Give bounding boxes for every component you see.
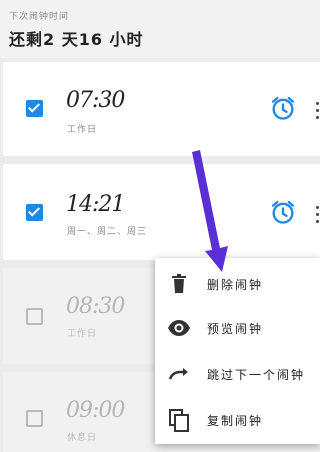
alarm-clock-icon[interactable] [269,198,297,226]
menu-item-label: 跳过下一个闹钟 [207,368,306,382]
alarm-repeat-days: 休息日 [67,433,98,443]
alarm-time: 08:30 [66,294,125,319]
alarm-context-menu: 删除闹钟 预览闹钟 跳过下一个闹钟 复制闹钟 [155,258,320,444]
eye-icon [168,320,190,336]
trash-icon [172,274,186,293]
alarm-repeat-days: 周一、周二、周三 [67,227,148,237]
alarm-repeat-days: 工作日 [67,125,98,135]
more-options-icon[interactable] [316,206,320,224]
redo-arrow-icon [168,368,188,380]
alarm-clock-icon[interactable] [269,94,297,122]
alarm-enable-checkbox[interactable] [26,100,43,117]
alarm-repeat-days: 工作日 [67,329,98,339]
copy-icon [169,409,189,432]
alarm-card-1[interactable]: 07:30 工作日 [3,62,320,156]
menu-item-label: 预览闹钟 [207,322,264,336]
menu-item-label: 复制闹钟 [207,414,264,428]
alarm-enable-checkbox[interactable] [26,410,43,427]
more-options-icon[interactable] [316,102,320,120]
alarm-time: 07:30 [66,88,125,113]
next-alarm-countdown: 还剩2 天16 小时 [9,30,144,49]
alarm-time: 14:21 [66,192,125,217]
menu-item-preview[interactable]: 预览闹钟 [155,306,320,350]
menu-item-copy[interactable]: 复制闹钟 [155,398,320,442]
alarm-enable-checkbox[interactable] [26,204,43,221]
next-alarm-label: 下次闹钟时间 [9,12,70,22]
menu-item-skip-next[interactable]: 跳过下一个闹钟 [155,352,320,396]
alarm-card-2[interactable]: 14:21 周一、周二、周三 [3,164,320,260]
menu-item-delete[interactable]: 删除闹钟 [155,262,320,306]
next-alarm-header: 下次闹钟时间 还剩2 天16 小时 [0,0,320,58]
alarm-enable-checkbox[interactable] [26,308,43,325]
menu-item-label: 删除闹钟 [207,278,264,292]
alarm-time: 09:00 [66,398,125,423]
